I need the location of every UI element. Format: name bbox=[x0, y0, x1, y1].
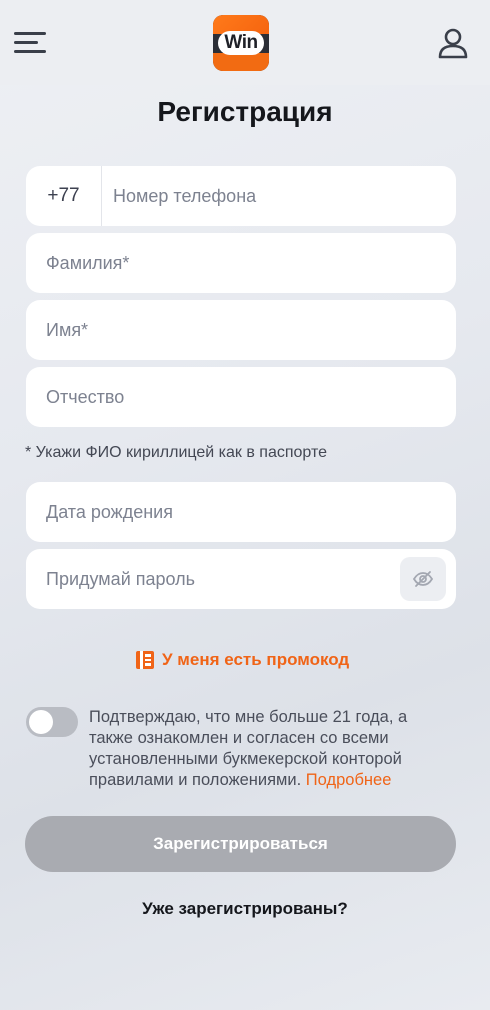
password-field[interactable]: Придумай пароль bbox=[26, 549, 456, 609]
promo-code-icon bbox=[136, 651, 154, 669]
toggle-password-visibility-button[interactable] bbox=[400, 557, 446, 601]
age-consent-toggle[interactable] bbox=[26, 707, 78, 737]
birthdate-placeholder: Дата рождения bbox=[46, 502, 173, 522]
register-button[interactable]: Зарегистрироваться bbox=[25, 816, 456, 872]
birthdate-field[interactable]: Дата рождения bbox=[26, 482, 456, 542]
promo-code-label: У меня есть промокод bbox=[162, 650, 350, 669]
last-name-field[interactable]: Фамилия* bbox=[26, 233, 456, 293]
patronymic-field[interactable]: Отчество bbox=[26, 367, 456, 427]
logo[interactable]: Win bbox=[213, 15, 269, 71]
page-title: Регистрация bbox=[157, 96, 333, 127]
hamburger-menu-icon[interactable] bbox=[14, 32, 48, 54]
last-name-placeholder: Фамилия* bbox=[46, 253, 130, 273]
eye-off-icon bbox=[413, 571, 433, 587]
consent-text-block: Подтверждаю, что мне больше 21 года, а т… bbox=[89, 707, 429, 791]
phone-input[interactable]: Номер телефона bbox=[113, 166, 256, 226]
already-registered-link[interactable]: Уже зарегистрированы? bbox=[0, 899, 490, 919]
user-icon[interactable] bbox=[437, 27, 469, 59]
consent-more-link[interactable]: Подробнее bbox=[306, 771, 392, 789]
first-name-placeholder: Имя* bbox=[46, 320, 89, 340]
first-name-field[interactable]: Имя* bbox=[26, 300, 456, 360]
logo-text: Win bbox=[224, 32, 258, 53]
top-bar: Win bbox=[0, 0, 490, 85]
patronymic-placeholder: Отчество bbox=[46, 387, 125, 407]
phone-field[interactable]: +77 Номер телефона bbox=[26, 166, 456, 226]
password-placeholder: Придумай пароль bbox=[46, 569, 196, 589]
name-hint: * Укажи ФИО кириллицей как в паспорте bbox=[25, 444, 328, 461]
toggle-knob bbox=[29, 710, 53, 734]
phone-prefix-selector[interactable]: +77 bbox=[26, 166, 102, 226]
